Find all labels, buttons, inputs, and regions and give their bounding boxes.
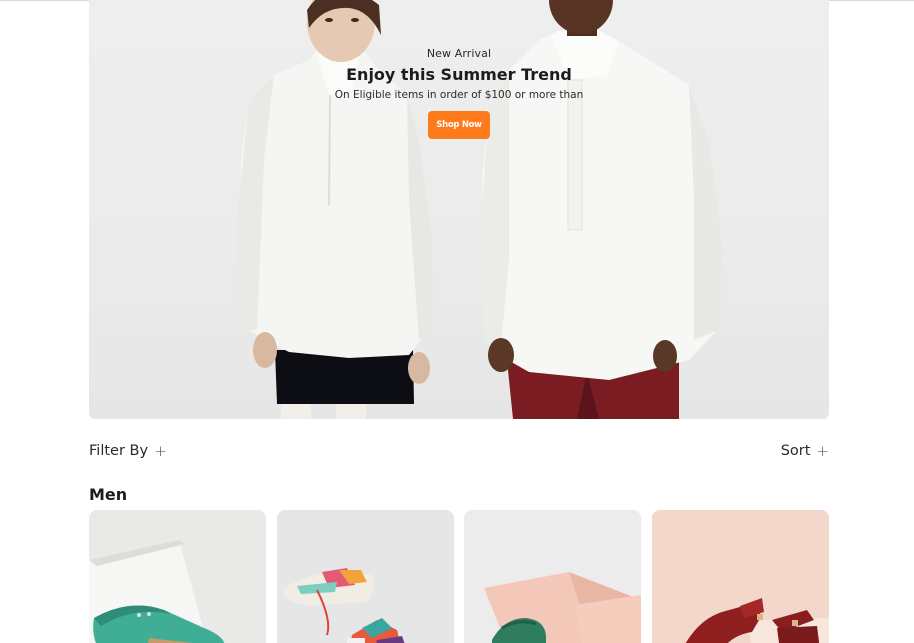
hero-eyebrow: New Arrival [426, 47, 492, 60]
product-card[interactable] [652, 510, 829, 643]
plus-icon: + [154, 442, 167, 460]
product-card[interactable] [464, 510, 641, 643]
product-image-red-sandal [652, 510, 829, 643]
shop-now-button[interactable]: Shop Now [428, 111, 490, 139]
hero-text: New Arrival Enjoy this Summer Trend On E… [89, 47, 829, 139]
hero-subtitle: On Eligible items in order of $100 or mo… [334, 89, 584, 101]
section-title: Men [89, 485, 128, 504]
plus-icon: + [816, 442, 829, 460]
product-card[interactable] [277, 510, 454, 643]
sort-button[interactable]: Sort + [781, 442, 829, 460]
filter-by-button[interactable]: Filter By + [89, 442, 167, 460]
hero-title: Enjoy this Summer Trend [346, 65, 572, 84]
filter-label: Filter By [89, 443, 149, 459]
hero-banner: New Arrival Enjoy this Summer Trend On E… [89, 0, 829, 419]
product-image-green-loafer [464, 510, 641, 643]
product-image-teal-brogue [89, 510, 266, 643]
product-card[interactable] [89, 510, 266, 643]
sort-label: Sort [780, 443, 811, 459]
product-image-sneakers [277, 510, 454, 643]
